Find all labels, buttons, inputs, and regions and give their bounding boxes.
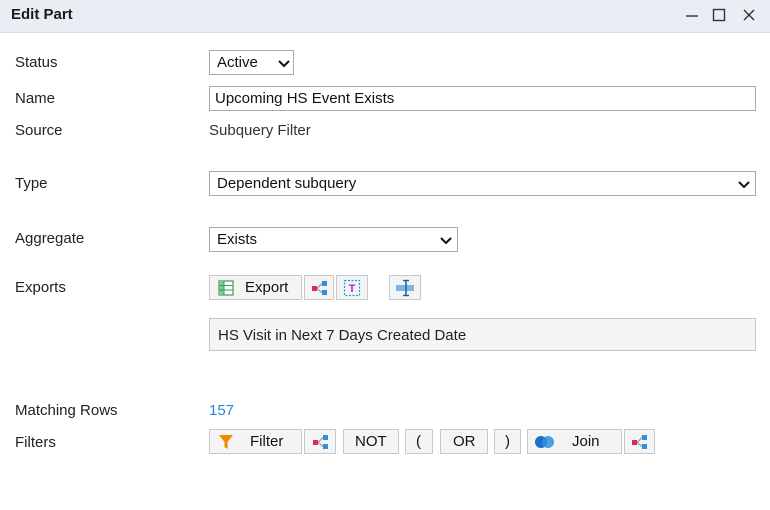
open-paren-label: ( <box>416 433 421 450</box>
source-label: Source <box>15 122 63 139</box>
hierarchy-icon <box>632 435 647 449</box>
open-paren-button[interactable]: ( <box>405 429 433 454</box>
maximize-icon <box>712 8 726 22</box>
svg-text:T: T <box>349 283 356 295</box>
name-input[interactable]: Upcoming HS Event Exists <box>209 86 756 111</box>
close-paren-label: ) <box>505 433 510 450</box>
filter-button-label: Filter <box>250 433 284 450</box>
export-insert-button[interactable] <box>389 275 421 300</box>
text-field-icon: T <box>343 279 361 297</box>
source-value: Subquery Filter <box>209 122 311 139</box>
chevron-down-icon <box>278 60 290 68</box>
hierarchy-icon <box>313 435 328 449</box>
filter-button[interactable]: Filter <box>209 429 302 454</box>
aggregate-value: Exists <box>217 231 258 248</box>
chevron-down-icon <box>440 237 452 245</box>
grid-table-icon <box>218 280 234 296</box>
export-item: HS Visit in Next 7 Days Created Date <box>218 327 467 344</box>
column-insert-icon <box>396 279 414 297</box>
minimize-button[interactable] <box>680 4 704 26</box>
exports-label: Exports <box>15 279 66 296</box>
matching-rows-label: Matching Rows <box>15 402 118 419</box>
hierarchy-icon <box>312 281 327 295</box>
status-label: Status <box>15 54 58 71</box>
export-button-label: Export <box>245 279 289 296</box>
close-paren-button[interactable]: ) <box>494 429 521 454</box>
window-title: Edit Part <box>11 6 73 23</box>
filters-label: Filters <box>15 434 56 451</box>
or-button-label: OR <box>453 433 476 450</box>
chevron-down-icon <box>738 181 750 189</box>
funnel-icon <box>219 435 233 449</box>
export-button[interactable]: Export <box>209 275 302 300</box>
type-value: Dependent subquery <box>217 175 357 192</box>
or-button[interactable]: OR <box>440 429 488 454</box>
aggregate-label: Aggregate <box>15 230 85 247</box>
export-tree-button[interactable] <box>304 275 334 300</box>
aggregate-select[interactable]: Exists <box>209 227 458 252</box>
export-text-button[interactable]: T <box>336 275 368 300</box>
export-list[interactable]: HS Visit in Next 7 Days Created Date <box>209 318 756 351</box>
close-icon <box>743 9 755 21</box>
matching-rows-count[interactable]: 157 <box>209 402 234 419</box>
not-button-label: NOT <box>355 433 387 450</box>
join-circles-icon <box>535 436 554 448</box>
join-tree-button[interactable] <box>624 429 655 454</box>
type-label: Type <box>15 175 48 192</box>
join-button-label: Join <box>572 433 600 450</box>
join-button[interactable]: Join <box>527 429 622 454</box>
not-button[interactable]: NOT <box>343 429 399 454</box>
minimize-icon <box>686 15 698 17</box>
maximize-button[interactable] <box>707 4 731 26</box>
filter-tree-button[interactable] <box>304 429 336 454</box>
status-value: Active <box>217 54 258 71</box>
close-button[interactable] <box>737 4 761 26</box>
name-value: Upcoming HS Event Exists <box>215 90 395 107</box>
title-bar: Edit Part <box>0 0 770 33</box>
name-label: Name <box>15 90 56 107</box>
type-select[interactable]: Dependent subquery <box>209 171 756 196</box>
status-select[interactable]: Active <box>209 50 294 75</box>
